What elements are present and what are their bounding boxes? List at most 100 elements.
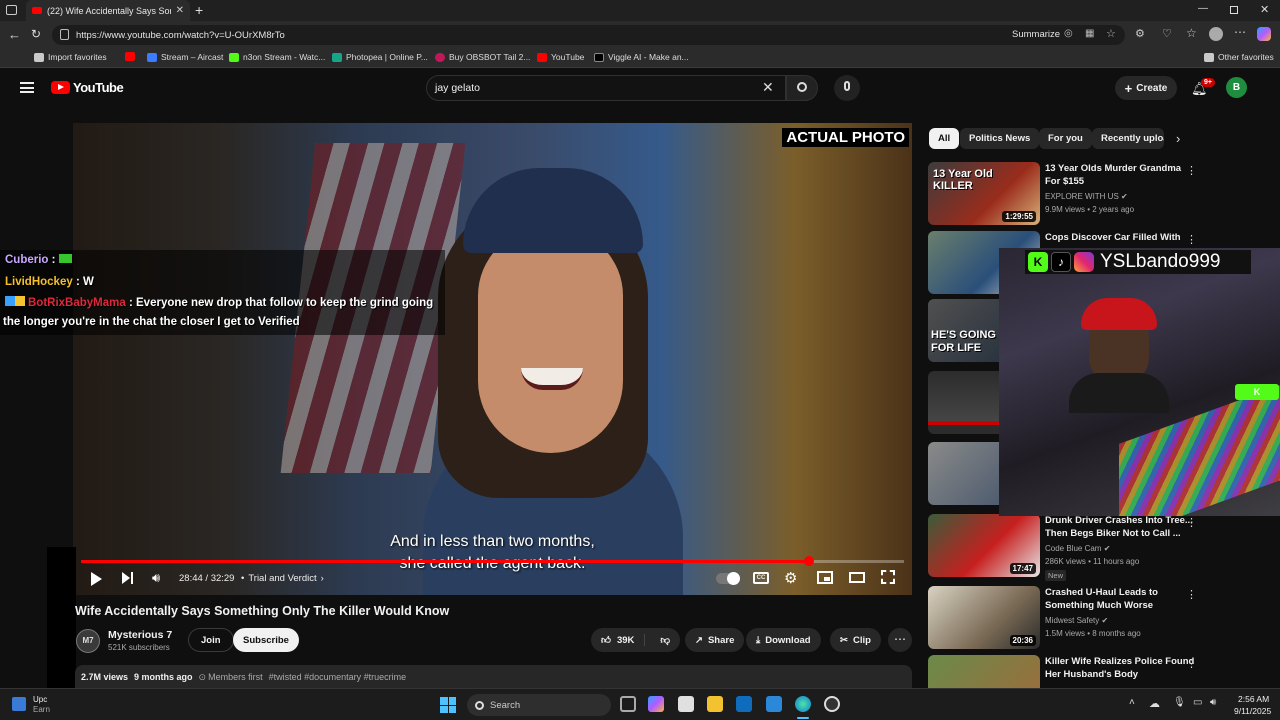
fullscreen-icon[interactable]: [881, 570, 895, 584]
more-options-icon[interactable]: ⋮: [1186, 588, 1197, 601]
channel-name[interactable]: Mysterious 7: [108, 629, 172, 641]
obs-app-icon[interactable]: [824, 696, 840, 712]
bookmark-other-favorites[interactable]: Other favorites: [1204, 52, 1274, 62]
account-avatar[interactable]: B: [1226, 77, 1247, 98]
recommended-video[interactable]: 13 Year Old KILLER 1:29:55 13 Year Olds …: [928, 162, 1278, 228]
back-icon[interactable]: ←: [8, 27, 21, 42]
url-bar[interactable]: https://www.youtube.com/watch?v=U-OUrXM8…: [52, 25, 1125, 45]
start-button[interactable]: [440, 697, 456, 713]
maximize-icon[interactable]: [1230, 6, 1238, 14]
task-view-icon[interactable]: [620, 696, 636, 712]
more-options-icon[interactable]: ⋮: [1186, 516, 1197, 529]
chip-politics-news[interactable]: Politics News: [960, 128, 1040, 149]
outlook-app-icon[interactable]: [736, 696, 752, 712]
video-title[interactable]: 13 Year Olds Murder Grandma For $155: [1045, 162, 1195, 188]
next-button[interactable]: [122, 572, 135, 585]
search-button[interactable]: [786, 75, 818, 101]
hamburger-menu-icon[interactable]: [20, 82, 34, 93]
bookmark-import-favorites[interactable]: Import favorites: [34, 52, 107, 62]
video-title[interactable]: Cops Discover Car Filled With: [1045, 231, 1195, 244]
minimize-icon[interactable]: —: [1198, 3, 1208, 14]
miniplayer-icon[interactable]: [817, 571, 833, 584]
chips-next-icon[interactable]: ›: [1176, 131, 1180, 146]
channel-name[interactable]: Midwest Safety ✔: [1045, 616, 1108, 625]
video-thumbnail[interactable]: 17:47: [928, 514, 1040, 577]
show-hidden-icons-icon[interactable]: ˄: [1129, 697, 1135, 708]
favorites-icon[interactable]: ☆: [1186, 26, 1197, 40]
clock-date[interactable]: 9/11/2025: [1234, 706, 1271, 716]
bookmark-n3on[interactable]: n3on Stream - Watc...: [229, 52, 325, 62]
clear-search-icon[interactable]: ✕: [762, 79, 774, 96]
translate-icon[interactable]: ◎: [1064, 28, 1073, 39]
store-app-icon[interactable]: [678, 696, 694, 712]
download-button[interactable]: ⤓ Download: [746, 628, 821, 652]
play-button[interactable]: [91, 572, 102, 586]
new-tab-icon[interactable]: +: [195, 2, 203, 18]
clock-time[interactable]: 2:56 AM: [1238, 694, 1269, 704]
video-thumbnail[interactable]: 20:36: [928, 586, 1040, 649]
create-button[interactable]: + Create: [1115, 76, 1177, 100]
share-button[interactable]: ↗ Share: [685, 628, 745, 652]
video-title[interactable]: Crashed U-Haul Leads to Something Much W…: [1045, 586, 1195, 612]
chip-for-you[interactable]: For you: [1039, 128, 1092, 149]
channel-name[interactable]: Code Blue Cam ✔: [1045, 544, 1110, 553]
profile-icon[interactable]: [1209, 27, 1223, 41]
photos-app-icon[interactable]: [766, 696, 782, 712]
video-title[interactable]: Drunk Driver Crashes Into Tree... Then B…: [1045, 514, 1195, 540]
video-title[interactable]: Killer Wife Realizes Police Found Her Hu…: [1045, 655, 1195, 681]
dislike-button[interactable]: 👎︎: [650, 634, 680, 646]
copilot-icon[interactable]: [1257, 27, 1271, 41]
theater-mode-icon[interactable]: [849, 572, 865, 583]
more-options-icon[interactable]: ⋮: [1186, 164, 1197, 177]
bookmark-obsbot[interactable]: Buy OBSBOT Tail 2...: [435, 52, 530, 62]
more-actions-button[interactable]: ⋯: [888, 628, 912, 652]
autoplay-toggle[interactable]: [716, 572, 740, 585]
file-explorer-icon[interactable]: [707, 696, 723, 712]
chip-recently-uploaded[interactable]: Recently uploa: [1092, 128, 1164, 149]
chapter-button[interactable]: • Trial and Verdict ›: [241, 573, 324, 584]
taskbar-search-input[interactable]: Search: [467, 694, 611, 716]
video-thumbnail[interactable]: [928, 655, 1040, 688]
progress-bar[interactable]: [81, 556, 904, 566]
video-thumbnail[interactable]: 13 Year Old KILLER 1:29:55: [928, 162, 1040, 225]
volume-icon[interactable]: 🔊︎: [152, 570, 160, 586]
weather-widget[interactable]: Upc Earn: [12, 693, 52, 717]
bookmark-photopea[interactable]: Photopea | Online P...: [332, 52, 428, 62]
close-window-icon[interactable]: ✕: [1260, 3, 1269, 16]
channel-avatar[interactable]: M7: [76, 629, 100, 653]
youtube-logo[interactable]: YouTube: [51, 80, 124, 95]
chip-all[interactable]: All: [929, 128, 960, 149]
copilot-app-icon[interactable]: [648, 696, 664, 712]
summarize-button[interactable]: Summarize: [1012, 29, 1060, 40]
bookmark-youtube-red[interactable]: [125, 52, 135, 61]
captions-icon[interactable]: CC: [753, 572, 769, 584]
favorite-star-icon[interactable]: ☆: [1106, 27, 1116, 40]
subscribe-button[interactable]: Subscribe: [233, 628, 299, 652]
recommended-video[interactable]: 17:47 Drunk Driver Crashes Into Tree... …: [928, 514, 1278, 586]
network-icon[interactable]: ▭: [1193, 697, 1202, 708]
refresh-icon[interactable]: ↻: [31, 27, 41, 41]
more-options-icon[interactable]: ⋮: [1186, 657, 1197, 670]
site-info-icon[interactable]: [60, 29, 69, 40]
browser-tab-active[interactable]: (22) Wife Accidentally Says Some ✕: [26, 0, 190, 21]
settings-gear-icon[interactable]: ⚙: [784, 569, 797, 587]
close-tab-icon[interactable]: ✕: [176, 5, 184, 16]
recommended-video[interactable]: 20:36 Crashed U-Haul Leads to Something …: [928, 586, 1278, 652]
more-options-icon[interactable]: ⋮: [1186, 233, 1197, 246]
bookmark-viggle[interactable]: Viggle AI - Make an...: [594, 52, 689, 62]
bookmark-youtube[interactable]: YouTube: [537, 52, 584, 62]
channel-name[interactable]: EXPLORE WITH US ✔: [1045, 192, 1128, 201]
tab-actions-icon[interactable]: [6, 5, 17, 15]
description-box[interactable]: 2.7M views 9 months ago ⊙ Members first …: [75, 665, 912, 688]
join-button[interactable]: Join: [188, 628, 234, 652]
search-input[interactable]: jay gelato: [426, 75, 786, 101]
bookmark-aircast[interactable]: Stream – Aircast: [147, 52, 223, 62]
clip-button[interactable]: ✂ Clip: [830, 628, 881, 652]
like-button[interactable]: 👍︎ 39K: [591, 634, 646, 646]
edge-app-icon[interactable]: [795, 696, 811, 712]
voice-search-button[interactable]: [834, 75, 860, 101]
browser-essentials-icon[interactable]: ♡: [1162, 27, 1172, 40]
tray-mic-icon[interactable]: 🎙︎: [1173, 697, 1186, 708]
extensions-icon[interactable]: ⚙: [1135, 27, 1145, 40]
volume-tray-icon[interactable]: 🔊︎: [1210, 697, 1216, 708]
